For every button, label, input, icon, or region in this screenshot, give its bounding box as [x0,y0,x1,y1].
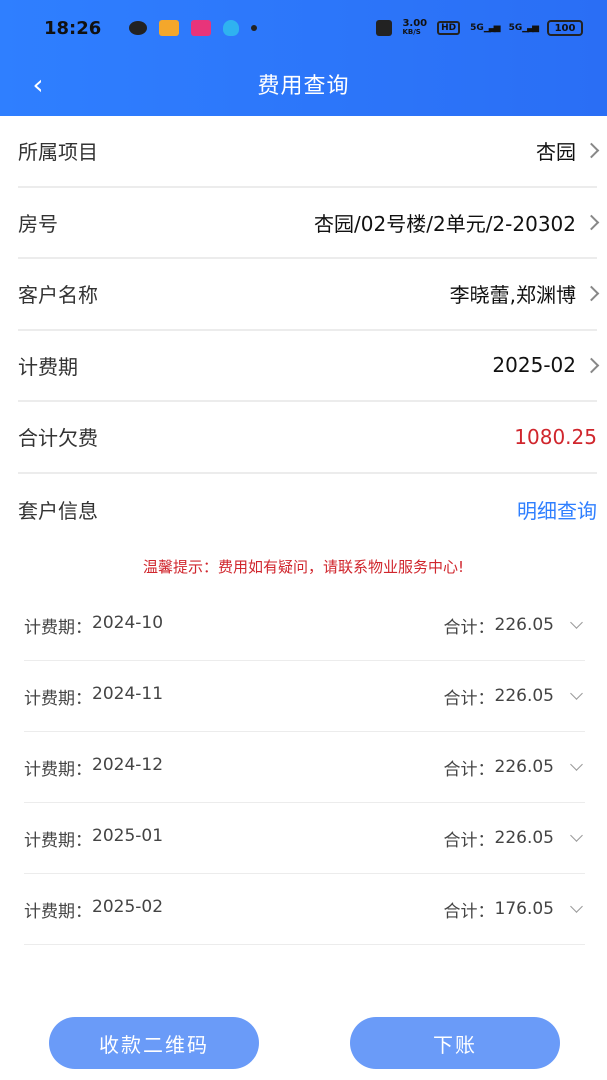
period-list: 计费期： 2024-10 合计： 226.05 计费期： 2024-11 合计：… [0,590,607,945]
period-total: 176.05 [494,899,554,919]
period-total-label: 合计： [443,688,495,709]
period-label: 计费期： [24,688,92,709]
period-value: 2025-01 [92,825,164,846]
wechat-icon [129,21,148,35]
customer-value-wrap: 李晓蕾,郑渊博 [449,279,600,308]
period-total: 226.05 [494,828,554,848]
detail-query-link[interactable]: 明细查询 [517,495,597,524]
back-button[interactable]: ‹ [18,64,58,104]
period-value: 2024-12 [92,754,164,775]
chevron-left-icon: ‹ [32,67,44,101]
total-arrears-row: 合计欠费 1080.25 [18,402,597,474]
app-header: 18:26 3.00 KB/S HD 5G▁▃▅ 5G▁▃▅ 100 ‹ 费用查… [0,0,607,116]
total-arrears-label: 合计欠费 [18,426,98,451]
hd-badge: HD [437,21,461,35]
customer-value: 李晓蕾,郑渊博 [449,283,576,308]
status-bar: 18:26 3.00 KB/S HD 5G▁▃▅ 5G▁▃▅ 100 [0,0,607,56]
chevron-down-icon [570,757,583,771]
project-label: 所属项目 [18,140,98,165]
period-total: 226.05 [494,686,554,706]
total-arrears-value: 1080.25 [514,424,597,449]
household-label: 套户信息 [18,498,98,523]
page-title: 费用查询 [257,74,350,99]
qq-icon [223,20,240,36]
status-app-icons [129,20,258,36]
chevron-right-icon [583,214,600,231]
period-total: 226.05 [494,757,554,777]
status-right: 3.00 KB/S HD 5G▁▃▅ 5G▁▃▅ 100 [376,19,583,37]
chevron-down-icon [570,899,583,913]
billing-period-label: 计费期 [18,354,78,379]
room-label: 房号 [18,211,58,236]
period-value: 2024-11 [92,683,164,704]
period-item[interactable]: 计费期： 2024-11 合计： 226.05 [24,661,585,732]
period-item[interactable]: 计费期： 2025-02 合计： 176.05 [24,874,585,945]
period-item[interactable]: 计费期： 2024-10 合计： 226.05 [24,590,585,661]
chevron-right-icon [583,285,600,302]
customer-label: 客户名称 [18,283,98,308]
period-value: 2024-10 [92,612,164,633]
period-value: 2025-02 [92,896,164,917]
billing-period-row[interactable]: 计费期 2025-02 [18,331,600,402]
network-speed: 3.00 KB/S [402,18,428,37]
chevron-right-icon [583,357,600,374]
qr-code-button[interactable]: 收款二维码 [49,1017,259,1069]
billing-period-value: 2025-02 [492,353,576,378]
period-label: 计费期： [24,901,92,922]
room-row[interactable]: 房号 杏园/02号楼/2单元/2-20302 [18,188,600,259]
app-badge-icon [191,20,212,36]
billing-period-value-wrap: 2025-02 [492,353,600,378]
chevron-down-icon [570,686,583,700]
period-total-label: 合计： [443,830,495,851]
chevron-right-icon [583,142,600,159]
period-item[interactable]: 计费期： 2024-12 合计： 226.05 [24,732,585,803]
write-off-button[interactable]: 下账 [350,1017,560,1069]
battery-icon: 100 [547,20,583,36]
weibo-icon [159,20,180,36]
project-row[interactable]: 所属项目 杏园 [18,116,600,188]
warm-tip: 温馨提示：费用如有疑问，请联系物业服务中心! [142,558,464,576]
chevron-down-icon [570,615,583,629]
room-value-wrap: 杏园/02号楼/2单元/2-20302 [314,208,600,237]
period-total-label: 合计： [443,617,495,638]
period-total-label: 合计： [443,901,495,922]
project-value: 杏园 [536,140,576,165]
period-item[interactable]: 计费期： 2025-01 合计： 226.05 [24,803,585,874]
project-value-wrap: 杏园 [536,136,600,165]
status-time: 18:26 [44,17,102,39]
nav-bar: ‹ 费用查询 [0,56,607,112]
signal-1-icon: 5G▁▃▅ [470,23,500,33]
chevron-down-icon [570,828,583,842]
period-label: 计费期： [24,617,92,638]
nfc-icon [376,20,393,36]
period-label: 计费期： [24,830,92,851]
more-dot-icon [251,25,258,31]
period-label: 计费期： [24,759,92,780]
room-value: 杏园/02号楼/2单元/2-20302 [314,211,576,236]
signal-2-icon: 5G▁▃▅ [508,23,539,33]
fee-form: 所属项目 杏园 房号 杏园/02号楼/2单元/2-20302 客户名称 李晓蕾,… [0,116,607,545]
household-row: 套户信息 明细查询 [18,474,597,546]
period-total-label: 合计： [443,759,495,780]
customer-row[interactable]: 客户名称 李晓蕾,郑渊博 [18,259,600,331]
period-total: 226.05 [494,615,554,635]
